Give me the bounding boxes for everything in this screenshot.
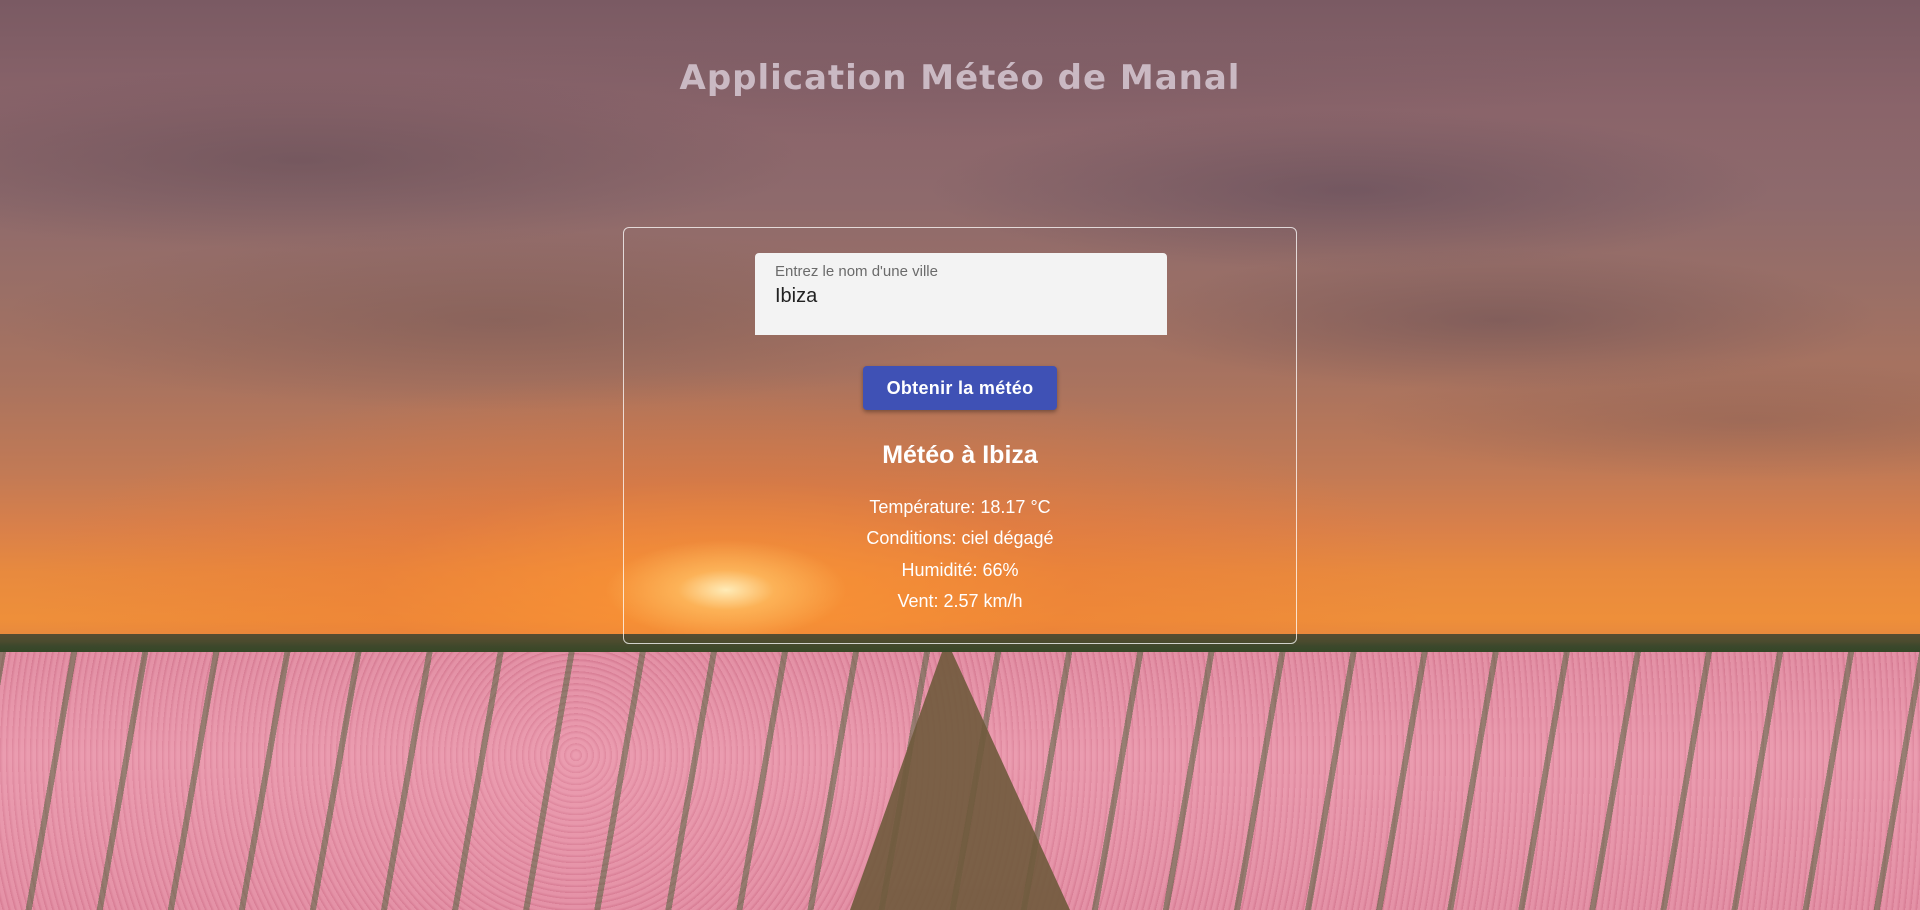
- wind-text: Vent: 2.57 km/h: [897, 591, 1023, 611]
- temperature-text: Température: 18.17 °C: [869, 497, 1051, 517]
- weather-card: Entrez le nom d'une ville Obtenir la mét…: [623, 227, 1297, 644]
- page: Application Météo de Manal Entrez le nom…: [0, 0, 1920, 910]
- app-title: Application Météo de Manal: [679, 58, 1241, 98]
- city-search-label: Entrez le nom d'une ville: [775, 263, 938, 280]
- humidity-text: Humidité: 66%: [901, 560, 1019, 580]
- city-search-input[interactable]: [775, 285, 1145, 308]
- city-search-field[interactable]: Entrez le nom d'une ville: [755, 253, 1167, 335]
- weather-heading: Météo à Ibiza: [882, 441, 1038, 469]
- get-weather-button[interactable]: Obtenir la météo: [863, 366, 1057, 410]
- conditions-text: Conditions: ciel dégagé: [866, 528, 1054, 548]
